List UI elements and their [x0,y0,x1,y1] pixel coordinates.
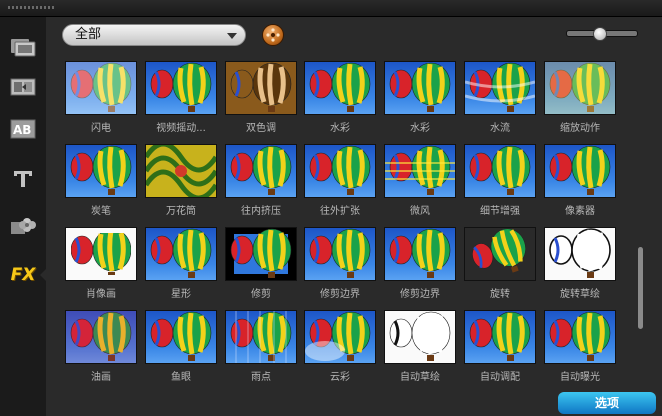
filter-thumbnail[interactable] [226,145,296,197]
filter-thumbnail[interactable] [385,228,455,280]
title-ab-icon: AB [10,118,36,144]
filter-label: 细节增强 [480,206,520,217]
sidebar-item-transition[interactable] [8,75,38,103]
filter-label: 往内挤压 [241,206,281,217]
filter-thumbnail[interactable] [545,145,615,197]
filter-thumbnail[interactable] [465,145,535,197]
filter-thumbnail[interactable] [146,145,216,197]
drag-grip[interactable] [8,6,56,9]
filter-label: 肖像画 [86,289,116,300]
filter-thumbnail[interactable] [146,62,216,114]
filter-label: 鱼眼 [171,372,191,383]
category-dropdown-value: 全部 [75,27,102,42]
filter-thumbnail[interactable] [66,145,136,197]
chevron-down-icon [227,33,237,39]
filter-thumbnail[interactable] [385,62,455,114]
window-top-bar [0,0,662,17]
category-dropdown[interactable]: 全部 [62,24,246,46]
svg-text:AB: AB [13,123,31,137]
filter-label: 星形 [171,289,191,300]
sidebar-item-fx[interactable]: FX [8,261,47,289]
library-sidebar: AB FX [0,17,47,416]
filter-label: 缩放动作 [560,123,600,134]
filter-label: 水彩 [330,123,350,134]
filter-label: 炭笔 [91,206,111,217]
filter-label: 万花筒 [166,206,196,217]
sidebar-item-media[interactable] [8,35,38,63]
filter-label: 自动调配 [480,372,520,383]
filter-label: 油画 [91,372,111,383]
filter-thumbnail[interactable] [66,62,136,114]
filter-options-button[interactable] [262,24,284,46]
filter-label: 修剪边界 [320,289,360,300]
filter-label: 微风 [410,206,430,217]
thumbnail-size-slider[interactable] [566,27,638,41]
filter-thumbnail[interactable] [545,311,615,363]
sidebar-item-graphics[interactable] [8,213,38,241]
filter-thumbnail[interactable] [305,145,375,197]
filter-thumbnail[interactable] [146,228,216,280]
watermark-logo: 选项 [558,392,656,414]
filter-thumbnail[interactable] [385,145,455,197]
filter-label: 旋转 [490,289,510,300]
filter-label: 往外扩张 [320,206,360,217]
filter-thumbnail[interactable] [226,228,296,280]
filter-thumbnail[interactable] [465,62,535,114]
sidebar-item-text[interactable] [8,167,38,195]
filter-thumbnail[interactable] [465,228,535,280]
transition-icon [10,76,36,102]
filter-thumbnail[interactable] [226,62,296,114]
filter-label: 水流 [490,123,510,134]
filter-label: 自动曝光 [560,372,600,383]
filter-thumbnail[interactable] [465,311,535,363]
filter-thumbnail[interactable] [545,228,615,280]
filter-thumbnail[interactable] [66,311,136,363]
vertical-scrollbar[interactable] [638,247,643,329]
filter-label: 修剪 [251,289,271,300]
filter-label: 旋转草绘 [560,289,600,300]
filter-thumbnail[interactable] [226,311,296,363]
filter-label: 雨点 [251,372,271,383]
text-t-icon [10,168,36,194]
filter-thumbnail[interactable] [146,311,216,363]
fx-icon: FX [10,265,36,285]
filter-label: 闪电 [91,123,111,134]
filter-thumbnail[interactable] [305,228,375,280]
filter-library-panel: 全部 闪电 视频摇动... 双色调 水彩 水彩 水流 缩放动作炭笔 万花筒 往内挤压 往外扩张 微风… [46,17,662,416]
filter-thumbnail[interactable] [66,228,136,280]
graphics-flower-icon [10,214,36,240]
filter-thumbnail[interactable] [305,311,375,363]
filter-label: 自动草绘 [400,372,440,383]
filter-label: 水彩 [410,123,430,134]
sidebar-item-title[interactable]: AB [8,117,38,145]
filter-label: 修剪边界 [400,289,440,300]
filter-label: 双色调 [246,123,276,134]
filter-thumbnail[interactable] [545,62,615,114]
filter-thumbnail[interactable] [385,311,455,363]
filter-label: 像素器 [565,206,595,217]
filter-label: 视频摇动... [156,123,206,134]
filter-thumbnail[interactable] [305,62,375,114]
media-filmstrip-icon [10,36,36,62]
film-reel-icon [266,28,280,42]
filter-label: 云彩 [330,372,350,383]
slider-knob[interactable] [593,27,607,41]
